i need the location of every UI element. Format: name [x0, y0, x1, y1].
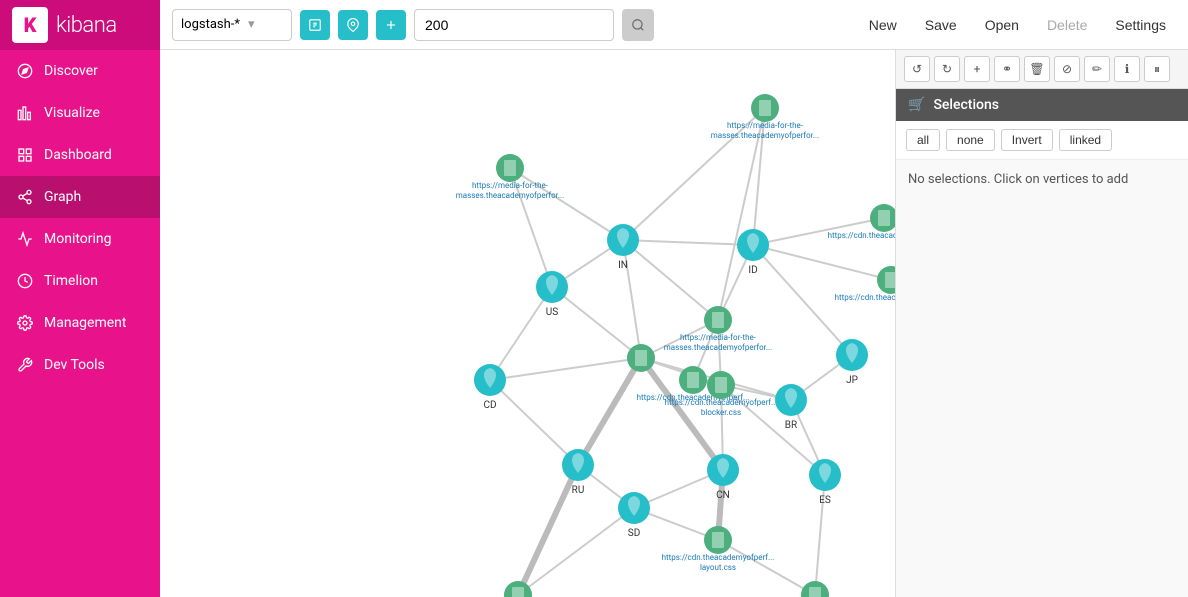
svg-text:blocker.css: blocker.css: [701, 408, 741, 417]
svg-text:ES: ES: [819, 495, 831, 506]
content-area: https://media-for-the-masses.theacademyo…: [160, 50, 1188, 597]
sidebar-label-discover: Discover: [44, 63, 98, 79]
all-button[interactable]: all: [906, 129, 940, 151]
svg-text:https://cdn.theacademyofperf..: https://cdn.theacademyofperf...: [662, 553, 775, 562]
svg-text:BR: BR: [785, 420, 797, 431]
edit-button[interactable]: ✏: [1084, 56, 1110, 82]
open-button[interactable]: Open: [975, 13, 1029, 37]
main-content: logstash-* ▾ New Save Open Delete Settin…: [160, 0, 1188, 597]
link-button[interactable]: ⚭: [994, 56, 1020, 82]
sidebar-item-discover[interactable]: Discover: [0, 50, 160, 92]
gear-icon: [16, 314, 34, 332]
save-button[interactable]: Save: [915, 13, 967, 37]
right-panel: ↺ ↻ + ⚭ 🗑 ⊘ ✏ ℹ ⏸ 🛒 Selections all none …: [895, 50, 1188, 597]
sidebar-item-monitoring[interactable]: Monitoring: [0, 218, 160, 260]
svg-text:masses.theacademyofperfor...: masses.theacademyofperfor...: [664, 343, 773, 352]
sidebar-item-visualize[interactable]: Visualize: [0, 92, 160, 134]
svg-text:https://media-for-the-: https://media-for-the-: [472, 181, 549, 190]
sidebar-item-dashboard[interactable]: Dashboard: [0, 134, 160, 176]
sidebar-label-timelion: Timelion: [44, 273, 98, 289]
selections-header: 🛒 Selections: [896, 89, 1188, 121]
cart-icon: 🛒: [908, 97, 925, 113]
settings-button[interactable]: Settings: [1105, 13, 1176, 37]
svg-text:https://media-for-the-: https://media-for-the-: [727, 121, 804, 130]
svg-text:CD: CD: [483, 400, 496, 411]
search-button[interactable]: [622, 9, 654, 41]
kibana-logo-text: kibana: [56, 13, 117, 38]
svg-text:ID: ID: [748, 265, 757, 276]
sidebar-label-management: Management: [44, 315, 126, 331]
add-field-button[interactable]: [300, 10, 330, 40]
index-pattern-value: logstash-*: [181, 17, 240, 32]
compass-icon: [16, 62, 34, 80]
undo-button[interactable]: ↺: [904, 56, 930, 82]
selection-controls: all none Invert linked: [896, 121, 1188, 160]
delete-button[interactable]: Delete: [1037, 13, 1097, 37]
grid-icon: [16, 146, 34, 164]
new-button[interactable]: New: [859, 13, 907, 37]
redo-button[interactable]: ↻: [934, 56, 960, 82]
graph-area[interactable]: https://media-for-the-masses.theacademyo…: [160, 50, 895, 597]
sidebar: K kibana Discover Visualize Dashboard Gr…: [0, 0, 160, 597]
graph-svg: https://media-for-the-masses.theacademyo…: [160, 50, 895, 597]
sidebar-label-visualize: Visualize: [44, 105, 100, 121]
add-node-button[interactable]: +: [964, 56, 990, 82]
pause-button[interactable]: ⏸: [1144, 56, 1170, 82]
invert-button[interactable]: Invert: [1001, 129, 1053, 151]
panel-toolbar: ↺ ↻ + ⚭ 🗑 ⊘ ✏ ℹ ⏸: [896, 50, 1188, 89]
no-selections-text: No selections. Click on vertices to add: [896, 160, 1188, 199]
toolbar: logstash-* ▾ New Save Open Delete Settin…: [160, 0, 1188, 50]
sidebar-item-graph[interactable]: Graph: [0, 176, 160, 218]
svg-text:RU: RU: [572, 485, 585, 496]
svg-text:SD: SD: [628, 528, 641, 539]
svg-text:https://cdn.theacademyofperf..: https://cdn.theacademyofperf...: [835, 293, 895, 302]
delete-node-button[interactable]: 🗑: [1024, 56, 1050, 82]
sidebar-item-devtools[interactable]: Dev Tools: [0, 344, 160, 386]
svg-text:JP: JP: [846, 375, 858, 386]
index-pattern-select[interactable]: logstash-* ▾: [172, 9, 292, 41]
activity-icon: [16, 230, 34, 248]
kibana-logo-icon: K: [12, 7, 48, 43]
svg-text:https://cdn.theacademyofperf..: https://cdn.theacademyofperf...: [828, 231, 895, 240]
svg-text:https://media-for-the-: https://media-for-the-: [680, 333, 757, 342]
svg-text:IN: IN: [618, 260, 628, 271]
logo-area: K kibana: [0, 0, 160, 50]
selections-title: Selections: [933, 97, 999, 113]
svg-text:layout.css: layout.css: [700, 563, 736, 572]
svg-text:US: US: [546, 307, 558, 318]
sidebar-label-monitoring: Monitoring: [44, 231, 112, 247]
share-icon: [16, 188, 34, 206]
sidebar-item-timelion[interactable]: Timelion: [0, 260, 160, 302]
svg-text:CN: CN: [716, 490, 730, 501]
svg-text:masses.theacademyofperfor...: masses.theacademyofperfor...: [711, 131, 820, 140]
geo-button[interactable]: [338, 10, 368, 40]
sidebar-label-dashboard: Dashboard: [44, 147, 112, 163]
info-button[interactable]: ℹ: [1114, 56, 1140, 82]
add-button[interactable]: [376, 10, 406, 40]
svg-text:https://cdn.theacademyofperf..: https://cdn.theacademyofperf...: [665, 398, 778, 407]
sidebar-label-graph: Graph: [44, 189, 81, 205]
svg-text:masses.theacademyofperfor...: masses.theacademyofperfor...: [456, 191, 565, 200]
none-button[interactable]: none: [946, 129, 995, 151]
ban-button[interactable]: ⊘: [1054, 56, 1080, 82]
barchart-icon: [16, 104, 34, 122]
sidebar-label-devtools: Dev Tools: [44, 357, 105, 373]
clock-icon: [16, 272, 34, 290]
search-input[interactable]: [414, 9, 614, 41]
wrench-icon: [16, 356, 34, 374]
sidebar-item-management[interactable]: Management: [0, 302, 160, 344]
linked-button[interactable]: linked: [1059, 129, 1112, 151]
